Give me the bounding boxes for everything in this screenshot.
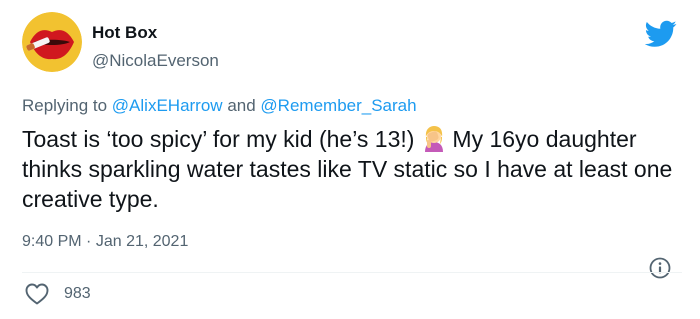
tweet-text-part: Toast is ‘too spicy’ for my kid (he’s 13… [22,126,415,152]
twitter-bird-icon[interactable] [645,20,677,48]
woman-facepalming-emoji-icon [425,126,444,152]
mention-link[interactable]: @Remember_Sarah [260,96,416,115]
divider [22,272,682,273]
tweet-text: Toast is ‘too spicy’ for my kid (he’s 13… [22,124,682,214]
avatar[interactable] [22,12,82,72]
info-icon[interactable] [648,256,672,280]
mention-link[interactable]: @AlixEHarrow [112,96,223,115]
like-count: 983 [64,285,91,302]
user-handle[interactable]: @NicolaEverson [92,51,219,71]
reply-prefix: Replying to [22,96,108,115]
red-lips-avatar-icon [22,12,82,72]
tweet-timestamp[interactable]: 9:40 PM · Jan 21, 2021 [22,232,188,252]
reply-context: Replying to @AlixEHarrow and @Remember_S… [22,96,417,116]
heart-icon[interactable] [24,282,50,306]
tweet-date[interactable]: Jan 21, 2021 [96,233,189,250]
tweet-time[interactable]: 9:40 PM [22,233,82,250]
reply-joiner: and [227,96,256,115]
meta-separator: · [86,233,92,250]
tweet-card[interactable]: Hot Box @NicolaEverson Replying to @Alix… [0,0,700,319]
display-name[interactable]: Hot Box [92,23,157,43]
